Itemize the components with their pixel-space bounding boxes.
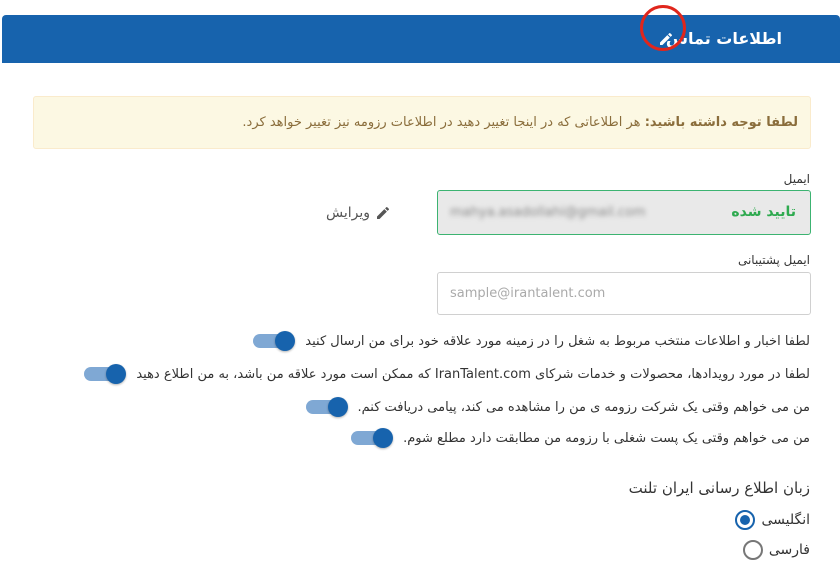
toggle-switch[interactable] bbox=[349, 428, 394, 448]
backup-email-label: ایمیل پشتیبانی bbox=[737, 253, 810, 267]
language-title: زبان اطلاع رسانی ایران تلنت bbox=[628, 479, 810, 497]
section-title: اطلاعات تماس bbox=[665, 29, 782, 48]
toggle-row-resume-viewed: من می خواهم وقتی یک شرکت رزومه ی من را م… bbox=[304, 395, 811, 419]
toggle-switch[interactable] bbox=[82, 364, 127, 384]
radio-button[interactable] bbox=[742, 540, 763, 560]
warning-notice: لطفا توجه داشته باشید: هر اطلاعاتی که در… bbox=[33, 96, 811, 149]
toggle-switch[interactable] bbox=[251, 331, 296, 351]
toggle-row-job-match: من می خواهم وقتی یک پست شغلی با رزومه من… bbox=[349, 426, 810, 450]
verified-badge: تایید شده bbox=[731, 204, 796, 220]
radio-label: فارسی bbox=[768, 542, 810, 558]
toggle-label: لطفا در مورد رویدادها، محصولات و خدمات ش… bbox=[136, 366, 810, 382]
radio-persian[interactable]: فارسی bbox=[742, 539, 810, 561]
toggle-switch[interactable] bbox=[304, 397, 348, 417]
email-value: mahya.asadollahi@gmail.com bbox=[450, 205, 646, 220]
toggle-label: من می خواهم وقتی یک پست شغلی با رزومه من… bbox=[403, 430, 810, 446]
notice-bold: لطفا توجه داشته باشید: bbox=[644, 115, 798, 130]
radio-label: انگلیسی bbox=[761, 512, 810, 528]
notice-text: هر اطلاعاتی که در اینجا تغییر دهید در اط… bbox=[242, 115, 645, 130]
radio-english[interactable]: انگلیسی bbox=[735, 509, 810, 531]
pencil-icon bbox=[377, 206, 390, 219]
pencil-icon[interactable] bbox=[656, 29, 676, 49]
edit-email-button[interactable]: ویرایش bbox=[326, 203, 391, 223]
toggle-row-job-news: لطفا اخبار و اطلاعات منتخب مربوط به شغل … bbox=[251, 329, 810, 353]
section-header: اطلاعات تماس bbox=[2, 15, 840, 63]
radio-button[interactable] bbox=[735, 510, 756, 530]
toggle-label: لطفا اخبار و اطلاعات منتخب مربوط به شغل … bbox=[305, 333, 810, 349]
email-label: ایمیل bbox=[783, 172, 810, 186]
email-field: تایید شده mahya.asadollahi@gmail.com bbox=[437, 190, 811, 235]
edit-label: ویرایش bbox=[326, 205, 371, 221]
toggle-row-partners: لطفا در مورد رویدادها، محصولات و خدمات ش… bbox=[82, 362, 810, 386]
backup-email-input[interactable] bbox=[437, 272, 811, 315]
toggle-label: من می خواهم وقتی یک شرکت رزومه ی من را م… bbox=[357, 399, 811, 415]
